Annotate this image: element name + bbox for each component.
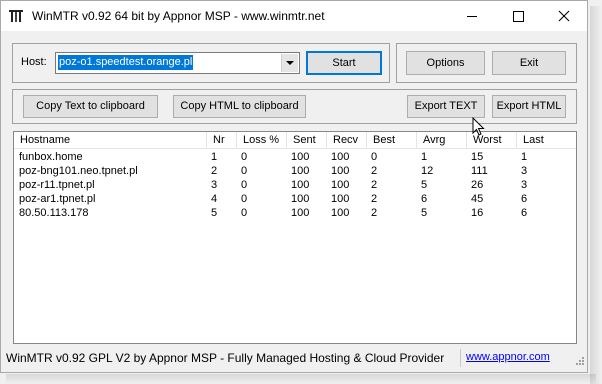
cell-worst: 111 bbox=[471, 165, 488, 177]
start-button-label: Start bbox=[332, 57, 356, 69]
window-shadow bbox=[590, 6, 602, 384]
status-bar: WinMTR v0.92 GPL V2 by Appnor MSP - Full… bbox=[1, 347, 587, 369]
cell-sent: 100 bbox=[291, 207, 310, 219]
results-list[interactable]: Hostname Nr Loss % Sent Recv Best Avrg W… bbox=[13, 131, 577, 344]
cell-loss: 0 bbox=[241, 151, 248, 163]
close-button[interactable] bbox=[541, 1, 587, 31]
column-header-avrg[interactable]: Avrg bbox=[417, 132, 467, 148]
cell-last: 3 bbox=[521, 179, 528, 191]
cell-best: 2 bbox=[371, 207, 378, 219]
resize-grip-icon[interactable] bbox=[574, 355, 584, 365]
title-bar[interactable]: WinMTR v0.92 64 bit by Appnor MSP - www.… bbox=[1, 1, 587, 31]
column-header-recv[interactable]: Recv bbox=[327, 132, 367, 148]
cell-sent: 100 bbox=[291, 165, 310, 177]
cell-avrg: 5 bbox=[421, 207, 428, 219]
column-header-last[interactable]: Last bbox=[517, 132, 576, 148]
export-html-button[interactable]: Export HTML bbox=[492, 95, 566, 118]
maximize-icon bbox=[513, 11, 524, 22]
host-input[interactable]: poz-o1.speedtest.orange.pl bbox=[58, 55, 194, 70]
cell-nr: 2 bbox=[211, 165, 218, 177]
status-separator bbox=[460, 349, 461, 367]
cell-worst: 15 bbox=[471, 151, 484, 163]
export-html-button-label: Export HTML bbox=[496, 100, 562, 112]
column-header-loss[interactable]: Loss % bbox=[237, 132, 287, 148]
chevron-down-icon bbox=[286, 61, 294, 65]
window-frame: WinMTR v0.92 64 bit by Appnor MSP - www.… bbox=[0, 0, 588, 373]
cell-loss: 0 bbox=[241, 179, 248, 191]
close-icon bbox=[558, 10, 570, 22]
cell-last: 6 bbox=[521, 193, 528, 205]
cell-worst: 26 bbox=[471, 179, 484, 191]
cell-recv: 100 bbox=[331, 179, 350, 191]
copy-text-button-label: Copy Text to clipboard bbox=[36, 100, 145, 112]
cell-avrg: 12 bbox=[421, 165, 434, 177]
minimize-icon bbox=[467, 16, 477, 17]
window-title: WinMTR v0.92 64 bit by Appnor MSP - www.… bbox=[32, 9, 325, 23]
cell-recv: 100 bbox=[331, 151, 350, 163]
cell-best: 2 bbox=[371, 193, 378, 205]
export-text-button[interactable]: Export TEXT bbox=[407, 95, 485, 118]
host-dropdown-button[interactable] bbox=[281, 54, 298, 72]
cell-best: 0 bbox=[371, 151, 378, 163]
cell-worst: 16 bbox=[471, 207, 484, 219]
cell-avrg: 1 bbox=[421, 151, 428, 163]
export-text-button-label: Export TEXT bbox=[414, 100, 478, 112]
cell-recv: 100 bbox=[331, 165, 350, 177]
minimize-button[interactable] bbox=[449, 1, 495, 31]
cell-sent: 100 bbox=[291, 151, 310, 163]
cell-loss: 0 bbox=[241, 193, 248, 205]
options-button[interactable]: Options bbox=[406, 51, 485, 75]
cell-avrg: 5 bbox=[421, 179, 428, 191]
app-icon bbox=[9, 10, 23, 22]
winmtr-window: WinMTR v0.92 64 bit by Appnor MSP - www.… bbox=[0, 0, 602, 384]
options-button-label: Options bbox=[426, 57, 465, 69]
copy-text-button[interactable]: Copy Text to clipboard bbox=[23, 95, 158, 118]
cell-loss: 0 bbox=[241, 207, 248, 219]
cell-nr: 1 bbox=[211, 151, 218, 163]
host-label: Host: bbox=[21, 56, 47, 68]
column-header-sent[interactable]: Sent bbox=[287, 132, 327, 148]
cell-recv: 100 bbox=[331, 207, 350, 219]
exit-button-label: Exit bbox=[519, 57, 539, 69]
cell-nr: 5 bbox=[211, 207, 218, 219]
column-header-best[interactable]: Best bbox=[367, 132, 417, 148]
cell-sent: 100 bbox=[291, 179, 310, 191]
copy-html-button-label: Copy HTML to clipboard bbox=[180, 100, 299, 112]
column-header-nr[interactable]: Nr bbox=[207, 132, 237, 148]
cell-nr: 3 bbox=[211, 179, 218, 191]
mouse-pointer-icon bbox=[472, 117, 485, 136]
cell-recv: 100 bbox=[331, 193, 350, 205]
header-divider bbox=[14, 148, 576, 149]
column-header-hostname[interactable]: Hostname bbox=[14, 132, 207, 148]
copy-html-button[interactable]: Copy HTML to clipboard bbox=[173, 95, 306, 118]
cell-best: 2 bbox=[371, 179, 378, 191]
cell-last: 6 bbox=[521, 207, 528, 219]
cell-nr: 4 bbox=[211, 193, 218, 205]
cell-sent: 100 bbox=[291, 193, 310, 205]
cell-best: 2 bbox=[371, 165, 378, 177]
cell-avrg: 6 bbox=[421, 193, 428, 205]
window-shadow bbox=[6, 374, 596, 384]
appnor-link[interactable]: www.appnor.com bbox=[466, 351, 550, 363]
exit-button[interactable]: Exit bbox=[492, 51, 566, 75]
cell-hostname: 80.50.113.178 bbox=[19, 207, 89, 219]
cell-hostname: poz-bng101.neo.tpnet.pl bbox=[19, 165, 138, 177]
start-button[interactable]: Start bbox=[306, 51, 382, 75]
maximize-button[interactable] bbox=[495, 1, 541, 31]
status-text: WinMTR v0.92 GPL V2 by Appnor MSP - Full… bbox=[6, 351, 445, 365]
cell-loss: 0 bbox=[241, 165, 248, 177]
cell-last: 1 bbox=[521, 151, 528, 163]
cell-worst: 45 bbox=[471, 193, 484, 205]
cell-hostname: poz-r11.tpnet.pl bbox=[19, 179, 95, 191]
cell-hostname: poz-ar1.tpnet.pl bbox=[19, 193, 96, 205]
host-combobox[interactable]: poz-o1.speedtest.orange.pl bbox=[55, 52, 300, 74]
cell-hostname: funbox.home bbox=[19, 151, 83, 163]
cell-last: 3 bbox=[521, 165, 528, 177]
